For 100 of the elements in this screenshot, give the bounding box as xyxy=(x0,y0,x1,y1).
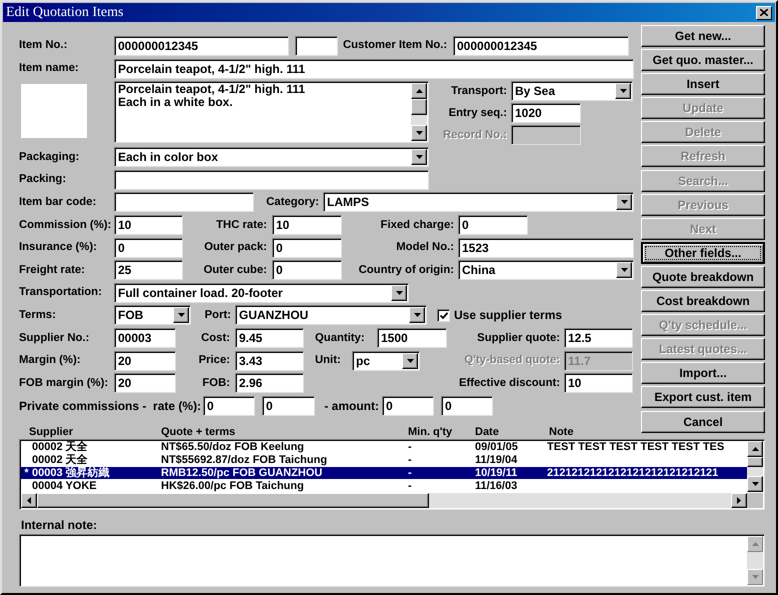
button[interactable]: Get new... xyxy=(641,25,765,47)
input-field[interactable] xyxy=(114,170,429,190)
checkbox[interactable] xyxy=(437,308,450,322)
field-label: Item No.: xyxy=(19,38,68,54)
vertical-scrollbar[interactable] xyxy=(411,83,427,141)
button[interactable]: Cancel xyxy=(641,410,765,432)
dropdown[interactable]: GUANZHOU xyxy=(235,305,427,326)
caret-icon xyxy=(396,290,402,295)
button[interactable]: Insert xyxy=(641,73,765,96)
vertical-scrollbar[interactable] xyxy=(747,536,763,586)
input-field[interactable]: 1500 xyxy=(377,328,447,348)
internal-note-field[interactable] xyxy=(19,534,765,588)
dropdown[interactable]: China xyxy=(458,260,634,280)
input-field[interactable]: 000000012345 xyxy=(114,36,289,56)
input-field[interactable]: 0 xyxy=(441,396,493,416)
button[interactable]: Other fields... xyxy=(641,242,765,264)
dropdown[interactable]: Full container load. 20-footer xyxy=(114,282,409,303)
field-label: Item name: xyxy=(19,61,79,76)
field-label: Internal note: xyxy=(21,517,98,534)
list-cell: 11/19/04 xyxy=(475,454,518,466)
field-label: Terms: xyxy=(19,308,56,323)
field-label: Insurance (%): xyxy=(19,240,97,256)
list-cell: NT$55692.87/doz FOB Taichung xyxy=(161,454,328,466)
input-field[interactable]: 1523 xyxy=(458,238,634,258)
input-field[interactable]: 3.43 xyxy=(235,350,304,371)
field-label: Customer Item No.: xyxy=(343,38,448,54)
input-field[interactable]: 0 xyxy=(458,215,528,236)
scroll-thumb[interactable] xyxy=(747,457,763,468)
input-field[interactable]: 0 xyxy=(382,396,434,416)
up-arrow-icon xyxy=(416,89,422,93)
input-field[interactable]: 25 xyxy=(114,260,183,280)
input-field[interactable]: 1020 xyxy=(511,103,581,123)
input-field[interactable]: 0 xyxy=(114,238,183,258)
scrollbar-corner xyxy=(747,492,763,508)
input-field[interactable]: Porcelain teapot, 4-1/2" high. 111 xyxy=(114,58,634,78)
supplier-list[interactable] xyxy=(19,439,765,510)
caret-icon xyxy=(178,313,184,318)
field-label: Transport: xyxy=(451,84,507,99)
input-field[interactable]: 000000012345 xyxy=(453,36,629,56)
column-header[interactable]: Quote + terms xyxy=(161,426,236,439)
dropdown[interactable]: pc xyxy=(352,350,420,371)
vertical-scrollbar[interactable] xyxy=(747,441,763,492)
input-field[interactable]: 12.5 xyxy=(564,328,633,348)
caret-icon xyxy=(620,268,628,272)
input-field[interactable]: 10 xyxy=(564,373,633,394)
column-header[interactable]: Min. q'ty xyxy=(408,426,452,439)
list-cell: 00002 天全 xyxy=(32,441,88,454)
field-label: Outer cube: xyxy=(204,262,267,278)
input-field[interactable]: 20 xyxy=(114,373,176,394)
input-field[interactable]: 00003 xyxy=(114,328,176,348)
input-field[interactable]: 9.45 xyxy=(235,328,304,348)
horizontal-scrollbar[interactable] xyxy=(21,492,747,508)
scroll-thumb[interactable] xyxy=(411,99,427,115)
button[interactable]: Export cust. item xyxy=(641,386,765,408)
list-row[interactable]: 00002 天全 NT$65.50/doz FOB Keelung - 09/01/05 TEST TEST TEST TEST TEST TES xyxy=(21,441,747,454)
field-label: - amount: xyxy=(324,398,379,415)
list-cell: - xyxy=(408,466,412,479)
input-field[interactable]: 0 xyxy=(203,396,255,416)
column-header[interactable]: Date xyxy=(475,426,499,439)
input-field[interactable]: 10 xyxy=(272,215,342,236)
field-label: Commission (%): xyxy=(19,218,112,233)
list-row[interactable]: 00002 天全 NT$55692.87/doz FOB Taichung - 11/19/04 xyxy=(21,454,747,466)
column-header[interactable]: Supplier xyxy=(29,426,74,439)
button[interactable]: Get quo. master... xyxy=(641,49,765,72)
field-label: Price: xyxy=(198,353,230,368)
input-field[interactable]: 0 xyxy=(272,260,342,280)
input-field[interactable] xyxy=(114,192,254,212)
photo-placeholder xyxy=(21,84,87,138)
list-cell: - xyxy=(408,454,412,466)
button[interactable]: Quote breakdown xyxy=(641,266,765,288)
field-label: Transportation: xyxy=(19,285,102,300)
dropdown[interactable]: By Sea xyxy=(511,81,633,101)
list-cell: TEST TEST TEST TEST TEST TES xyxy=(547,441,724,454)
text-line: Porcelain teapot, 4-1/2" high. 111 xyxy=(118,83,306,96)
up-arrow-icon xyxy=(752,447,758,452)
close-button[interactable] xyxy=(756,6,772,20)
description-field[interactable]: Porcelain teapot, 4-1/2" high. 111 Each in a white box. xyxy=(114,81,429,143)
caret-icon xyxy=(406,358,414,363)
dropdown[interactable]: FOB xyxy=(114,305,191,326)
scroll-thumb[interactable] xyxy=(37,492,429,508)
input-field[interactable]: 2.96 xyxy=(235,373,304,394)
column-header[interactable]: Note xyxy=(549,426,574,439)
dropdown[interactable]: LAMPS xyxy=(323,192,634,212)
input-field[interactable] xyxy=(295,36,338,56)
input-field[interactable]: 10 xyxy=(114,215,183,236)
field-label: FOB margin (%): xyxy=(19,376,108,391)
input-field[interactable]: 0 xyxy=(262,396,315,416)
list-row[interactable]: 00004 YOKE HK$26.00/pc FOB Taichung - 11/16/03 xyxy=(21,479,747,492)
field-label: Private commissions - rate (%): xyxy=(19,398,202,415)
button[interactable]: Cost breakdown xyxy=(641,290,765,312)
input-field[interactable]: 0 xyxy=(272,238,342,258)
list-row[interactable]: * 00003 強昇紡織 RMB12.50/pc FOB GUANZHOU - 10/19/11 2121212121212121212121212121 xyxy=(21,466,747,480)
text-line: Each in a white box. xyxy=(118,96,234,109)
field-label: Country of origin: xyxy=(358,262,454,278)
list-cell: 00002 天全 xyxy=(32,454,88,466)
dropdown[interactable]: Each in color box xyxy=(114,147,429,168)
input-field[interactable]: 20 xyxy=(114,350,176,371)
list-cell: 2121212121212121212121212121 xyxy=(547,466,718,479)
row-marker: * xyxy=(24,466,29,479)
button[interactable]: Import... xyxy=(641,362,765,384)
